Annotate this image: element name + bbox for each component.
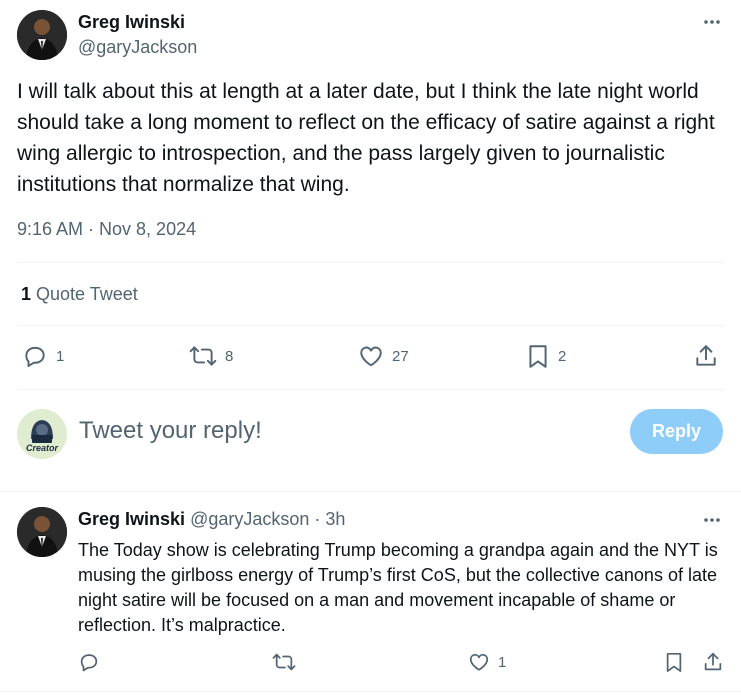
share-icon [704,652,722,671]
like-action[interactable]: 27 [358,343,409,369]
reply-input[interactable]: Tweet your reply! [79,417,262,445]
composer-avatar-label: Creator [25,443,58,453]
heart-icon [469,653,489,671]
reply-count: 1 [56,347,65,365]
retweet-action[interactable]: 8 [189,343,233,369]
retweet-icon [272,653,296,671]
more-options-icon[interactable] [700,10,724,34]
author-avatar-image [17,10,67,60]
divider [17,262,724,263]
quote-tweets-link[interactable]: 1 Quote Tweet [21,284,138,305]
heart-icon [360,346,382,367]
divider [17,389,724,390]
author-name[interactable]: Greg Iwinski [78,12,185,33]
reply-author-avatar-image [17,507,67,557]
author-avatar[interactable] [17,10,67,60]
reply-author-name[interactable]: Greg Iwinski [78,509,185,529]
reply-reply-action[interactable] [78,651,100,673]
divider [17,325,724,326]
reply-share-action[interactable] [702,651,724,673]
author-handle[interactable]: @garyJackson [78,37,197,58]
reply-time[interactable]: · 3h [314,509,345,529]
reply-bookmark-action[interactable] [664,651,684,673]
retweet-icon [189,346,217,366]
reply-retweet-action[interactable] [272,651,296,673]
reply-text: The Today show is celebrating Trump beco… [78,540,718,635]
reply-icon [25,346,45,367]
tweet-timestamp[interactable]: 9:16 AM · Nov 8, 2024 [17,219,196,240]
bookmark-action[interactable]: 2 [526,343,566,369]
reply-author-handle[interactable]: @garyJackson [190,509,309,529]
retweet-count: 8 [225,347,234,365]
reply-action[interactable]: 1 [22,343,64,369]
reply-more-options-icon[interactable] [700,508,724,532]
reply-like-count: 1 [498,653,507,671]
reply-button[interactable]: Reply [630,409,723,454]
reply-author-avatar[interactable] [17,507,67,557]
quote-count: 1 [21,284,32,304]
composer-avatar: Creator [17,409,67,459]
bookmark-count: 2 [558,347,567,365]
like-count: 27 [392,347,409,365]
divider [0,491,741,492]
share-action[interactable] [693,343,719,369]
reply-icon [80,654,98,672]
share-icon [696,345,716,366]
tweet-text: I will talk about this at length at a la… [17,80,715,196]
bookmark-icon [529,345,547,368]
divider [0,691,741,692]
reply-like-action[interactable]: 1 [468,651,506,673]
reply-header: Greg Iwinski @garyJackson · 3h [78,509,345,530]
bookmark-icon [666,652,682,672]
quote-label: Quote Tweet [36,284,138,304]
